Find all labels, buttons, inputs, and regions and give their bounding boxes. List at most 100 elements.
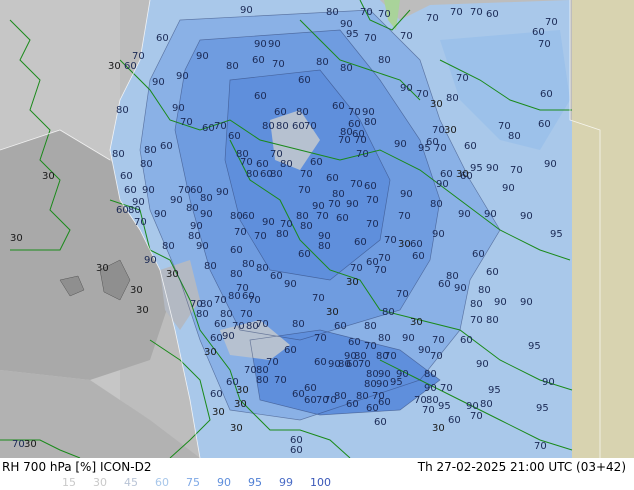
- contour-label: 90: [494, 297, 507, 308]
- contour-label: 80: [196, 309, 209, 320]
- contour-label: 70: [374, 265, 387, 276]
- contour-label: 80: [162, 241, 175, 252]
- contour-label: 70: [434, 143, 447, 154]
- contour-label: 90: [484, 209, 497, 220]
- contour-label: 60: [298, 75, 311, 86]
- contour-label: 90: [216, 187, 229, 198]
- contour-label: 80: [116, 105, 129, 116]
- footer: RH 700 hPa [%] ICON-D2 Th 27-02-2025 21:…: [0, 458, 634, 490]
- contour-label: 60: [274, 107, 287, 118]
- contour-label: 60: [364, 181, 377, 192]
- contour-label: 80: [242, 259, 255, 270]
- contour-label: 80: [340, 63, 353, 74]
- contour-label: 60: [304, 383, 317, 394]
- contour-label: 80: [200, 193, 213, 204]
- contour-label: 90: [196, 51, 209, 62]
- contour-label: 70: [470, 315, 483, 326]
- contour-label: 90: [486, 163, 499, 174]
- contour-label: 60: [292, 389, 305, 400]
- contour-label: 95: [488, 385, 501, 396]
- contour-label: 60: [304, 395, 317, 406]
- contour-label: 90: [144, 255, 157, 266]
- contour-label: 60: [116, 205, 129, 216]
- contour-label: 70: [300, 169, 313, 180]
- contour-label: 60: [378, 397, 391, 408]
- contour-label: 60: [460, 335, 473, 346]
- contour-label: 60: [292, 121, 305, 132]
- contour-label: 80: [140, 159, 153, 170]
- contour-label: 30: [42, 171, 55, 182]
- contour-label: 90: [520, 297, 533, 308]
- legend-value: 60: [155, 476, 169, 489]
- contour-label: 95: [536, 403, 549, 414]
- contour-label: 80: [508, 131, 521, 142]
- contour-label: 70: [354, 135, 367, 146]
- contour-label: 90: [424, 383, 437, 394]
- contour-label: 60: [332, 101, 345, 112]
- contour-label: 90: [240, 5, 253, 16]
- contour-label: 80: [478, 285, 491, 296]
- contour-label: 90: [196, 241, 209, 252]
- contour-label: 80: [430, 199, 443, 210]
- contour-label: 95: [528, 341, 541, 352]
- legend-value: 99: [279, 476, 293, 489]
- contour-label: 30: [24, 439, 37, 450]
- contour-label: 60: [284, 345, 297, 356]
- contour-label: 90: [376, 379, 389, 390]
- contour-label: 70: [240, 157, 253, 168]
- contour-label: 60: [366, 403, 379, 414]
- contour-label: 70: [470, 411, 483, 422]
- contour-label: 30: [444, 125, 457, 136]
- contour-label: 60: [486, 267, 499, 278]
- contour-label: 90: [436, 179, 449, 190]
- contour-label: 70: [400, 31, 413, 42]
- contour-label: 70: [328, 199, 341, 210]
- contour-label: 60: [124, 61, 137, 72]
- contour-label: 70: [248, 295, 261, 306]
- contour-label: 70: [432, 335, 445, 346]
- contour-label: 70: [364, 33, 377, 44]
- contour-label: 80: [382, 307, 395, 318]
- contour-label: 60: [270, 271, 283, 282]
- contour-label: 90: [432, 229, 445, 240]
- contour-label: 70: [356, 149, 369, 160]
- contour-label: 90: [200, 209, 213, 220]
- contour-label: 90: [268, 39, 281, 50]
- contour-label: 60: [374, 417, 387, 428]
- contour-label: 90: [542, 377, 555, 388]
- contour-label: 70: [378, 9, 391, 20]
- contour-label: 60: [410, 239, 423, 250]
- contour-label: 30: [456, 169, 469, 180]
- contour-label: 60: [486, 9, 499, 20]
- legend-value: 100: [310, 476, 331, 489]
- contour-label: 80: [318, 241, 331, 252]
- contour-label: 80: [378, 333, 391, 344]
- contour-label: 90: [402, 333, 415, 344]
- contour-label: 90: [520, 211, 533, 222]
- contour-label: 90: [400, 189, 413, 200]
- contour-label: 70: [304, 121, 317, 132]
- legend-value: 15: [62, 476, 76, 489]
- contour-label: 60: [532, 27, 545, 38]
- contour-label: 80: [446, 93, 459, 104]
- contour-label: 80: [276, 121, 289, 132]
- contour-label: 70: [298, 185, 311, 196]
- contour-label: 90: [502, 183, 515, 194]
- contour-label: 30: [398, 239, 411, 250]
- contour-label: 80: [270, 169, 283, 180]
- contour-label: 90: [152, 77, 165, 88]
- contour-label: 60: [230, 245, 243, 256]
- contour-label: 80: [256, 375, 269, 386]
- contour-label: 80: [256, 263, 269, 274]
- contour-label: 30: [234, 399, 247, 410]
- contour-label: 30: [236, 385, 249, 396]
- contour-label: 60: [254, 91, 267, 102]
- contour-label: 70: [396, 289, 409, 300]
- contour-label: 70: [180, 117, 193, 128]
- contour-label: 60: [438, 279, 451, 290]
- contour-label: 70: [430, 351, 443, 362]
- contour-label: 60: [290, 445, 303, 456]
- contour-label: 80: [246, 169, 259, 180]
- contour-label: 70: [384, 235, 397, 246]
- contour-label: 70: [314, 333, 327, 344]
